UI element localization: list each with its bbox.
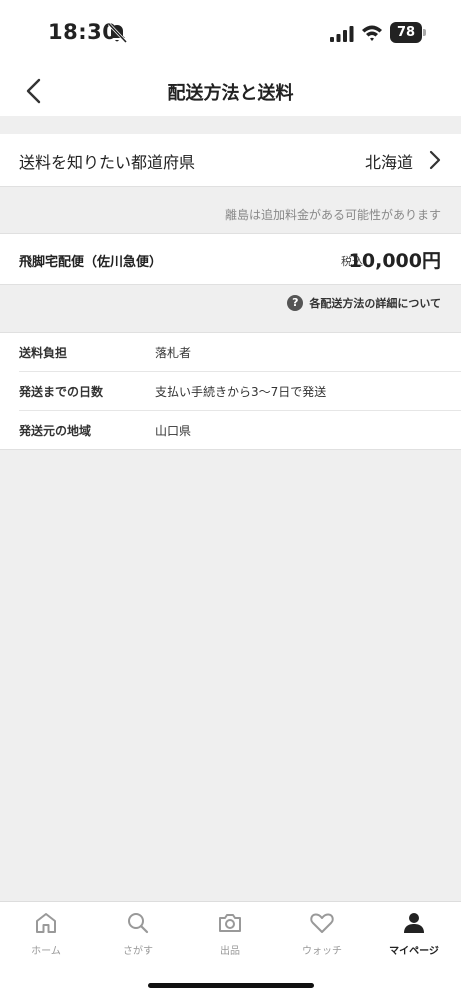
table-row: 発送までの日数 支払い手続きから3〜7日で発送	[19, 372, 461, 411]
table-row: 送料負担 落札者	[19, 333, 461, 372]
battery-cap	[423, 29, 426, 36]
tab-watch[interactable]: ウォッチ	[276, 910, 368, 970]
info-key: 送料負担	[19, 346, 68, 360]
section-gap	[0, 116, 461, 135]
tab-label: マイページ	[389, 946, 439, 957]
shipping-details-label: 各配送方法の詳細について	[309, 297, 441, 310]
tab-home[interactable]: ホーム	[0, 910, 92, 970]
tab-search[interactable]: さがす	[92, 910, 184, 970]
battery-level: 78	[390, 22, 422, 43]
details-area: ? 各配送方法の詳細について	[0, 285, 461, 333]
info-value: 山口県	[155, 424, 192, 438]
signal-icon	[330, 26, 354, 42]
info-key: 発送元の地域	[19, 424, 92, 438]
person-icon	[404, 913, 424, 933]
tab-label: ホーム	[31, 946, 61, 957]
search-icon	[128, 913, 149, 934]
help-icon: ?	[287, 295, 304, 311]
island-note-area: 離島は追加料金がある可能性があります	[0, 187, 461, 234]
info-key: 発送までの日数	[19, 385, 104, 399]
nav-bar: 配送方法と送料	[0, 66, 461, 116]
bell-off-icon	[107, 22, 128, 44]
tab-mypage[interactable]: マイページ	[368, 910, 460, 970]
battery-icon: 78	[390, 22, 426, 43]
island-note: 離島は追加料金がある可能性があります	[224, 208, 441, 222]
tab-label: さがす	[123, 946, 153, 957]
tab-label: 出品	[220, 946, 240, 957]
info-value: 支払い手続きから3〜7日で発送	[155, 385, 327, 399]
info-value: 落札者	[155, 346, 192, 360]
shipping-method-row: 飛脚宅配便（佐川急便） 税込 10,000円	[0, 234, 461, 285]
page-title: 配送方法と送料	[167, 83, 294, 104]
heart-icon	[310, 913, 334, 933]
home-indicator	[148, 983, 314, 988]
shipping-info-table: 送料負担 落札者 発送までの日数 支払い手続きから3〜7日で発送 発送元の地域 …	[0, 333, 461, 450]
prefecture-label: 送料を知りたい都道府県	[19, 153, 196, 172]
tab-label: ウォッチ	[302, 946, 342, 957]
shipping-method-name: 飛脚宅配便（佐川急便）	[19, 255, 163, 270]
camera-icon	[219, 914, 241, 932]
table-row: 発送元の地域 山口県	[19, 411, 461, 449]
shipping-price: 10,000円	[348, 250, 441, 272]
chevron-right-icon	[429, 150, 441, 170]
prefecture-value: 北海道	[364, 153, 413, 172]
wifi-icon	[362, 25, 382, 41]
shipping-details-link[interactable]: ? 各配送方法の詳細について	[287, 295, 441, 311]
status-bar: 18:30 78	[0, 0, 461, 66]
prefecture-selector[interactable]: 送料を知りたい都道府県 北海道	[0, 134, 461, 187]
tab-sell[interactable]: 出品	[184, 910, 276, 970]
home-icon	[36, 913, 56, 933]
